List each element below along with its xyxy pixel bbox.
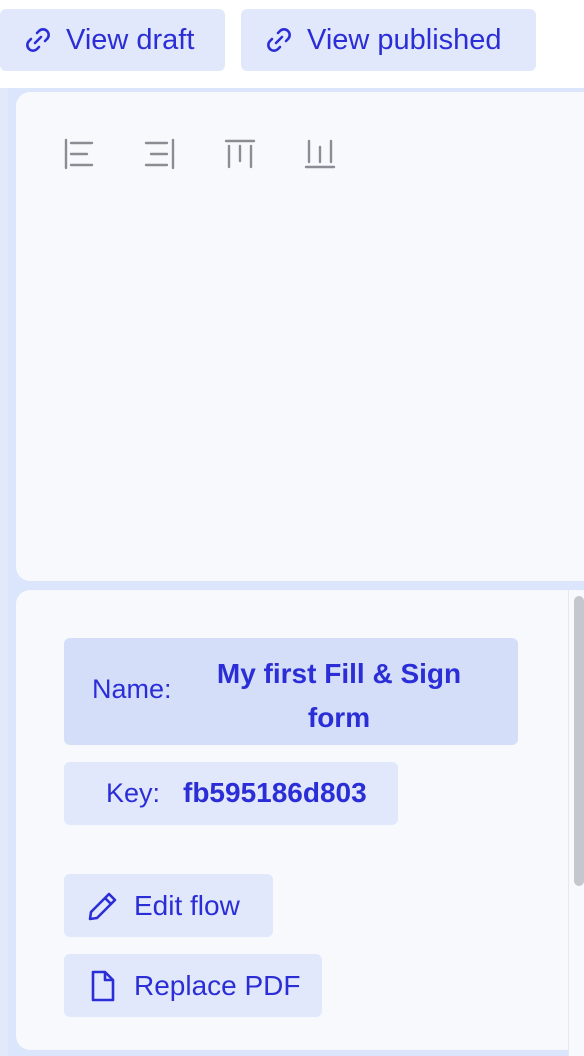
align-right-icon[interactable] — [144, 138, 176, 170]
view-published-label: View published — [307, 23, 502, 56]
view-published-button[interactable]: View published — [241, 9, 536, 71]
replace-pdf-button[interactable]: Replace PDF — [64, 954, 322, 1017]
file-icon — [86, 969, 120, 1003]
link-icon — [22, 24, 54, 56]
edit-flow-button[interactable]: Edit flow — [64, 874, 273, 937]
align-top-icon[interactable] — [224, 138, 256, 170]
left-rail — [0, 88, 8, 1056]
key-label: Key: — [106, 778, 161, 808]
form-key-field: Key: fb595186d803 — [64, 762, 398, 825]
form-name-value: My first Fill & Sign form — [216, 658, 462, 733]
pencil-icon — [86, 889, 120, 923]
link-icon — [263, 24, 295, 56]
form-name-field[interactable]: Name: My first Fill & Sign form — [64, 638, 518, 745]
scrollbar-thumb[interactable] — [574, 596, 584, 886]
align-left-icon[interactable] — [63, 138, 95, 170]
form-key-value: fb595186d803 — [183, 777, 367, 808]
top-bar: View draft View published — [0, 0, 584, 88]
view-draft-label: View draft — [66, 23, 195, 56]
edit-flow-label: Edit flow — [134, 889, 240, 921]
name-label: Name: — [92, 674, 172, 704]
replace-pdf-label: Replace PDF — [134, 969, 301, 1001]
align-bottom-icon[interactable] — [304, 138, 336, 170]
alignment-panel — [16, 92, 584, 581]
view-draft-button[interactable]: View draft — [0, 9, 225, 71]
